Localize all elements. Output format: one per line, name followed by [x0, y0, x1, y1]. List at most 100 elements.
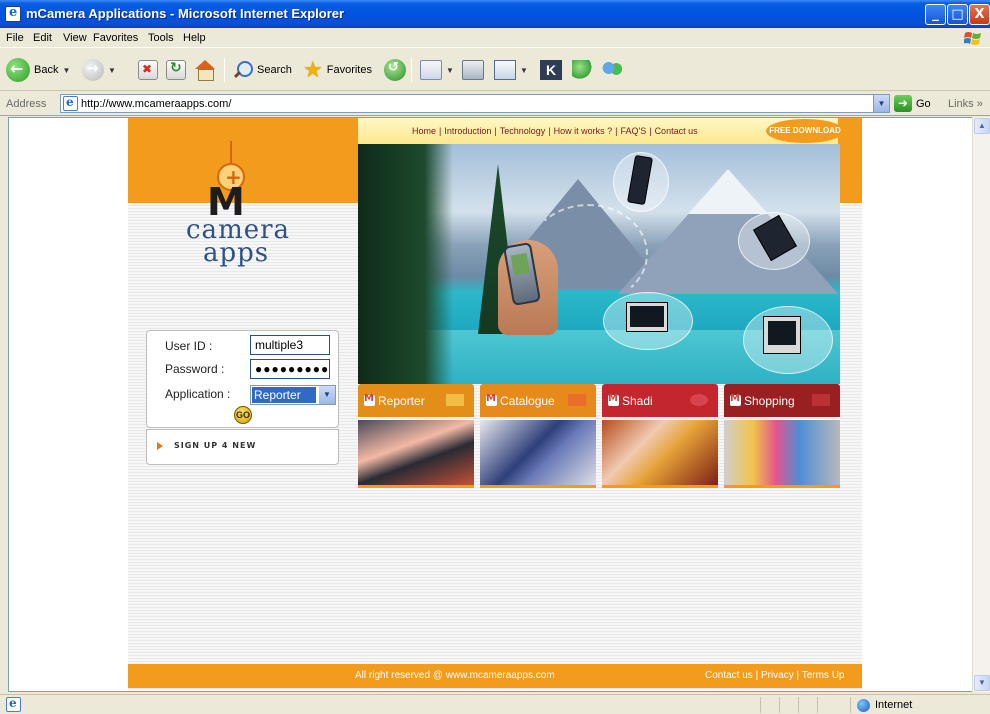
back-button[interactable]: Back ▼	[6, 56, 70, 84]
menu-tools[interactable]: Tools	[148, 32, 174, 44]
page: M camera apps Home | Introduction | Tech…	[128, 118, 862, 691]
browser-window: mCamera Applications - Microsoft Interne…	[0, 0, 990, 714]
stop-button[interactable]	[138, 56, 158, 84]
nav-separator: |	[439, 126, 442, 136]
user-id-label: User ID :	[165, 339, 213, 353]
nav-home[interactable]: Home	[412, 126, 436, 136]
toolbar: Back ▼ ▼ Search ★ Favorites	[0, 49, 990, 91]
login-form: User ID : Password : ●●●●●●●●● Applicati…	[146, 330, 339, 428]
vertical-scrollbar[interactable]: ▲ ▼	[972, 117, 990, 692]
tab-label: Reporter	[378, 394, 425, 408]
window-title: mCamera Applications - Microsoft Interne…	[26, 6, 345, 21]
hero-image	[358, 144, 840, 384]
signup-link[interactable]: SIGN UP 4 NEW	[146, 429, 339, 465]
links-label: Links	[948, 98, 974, 110]
forest	[358, 144, 453, 384]
menu-favorites[interactable]: Favorites	[93, 32, 138, 44]
snow-peak	[688, 169, 768, 214]
menu-bar: File Edit View Favorites Tools Help	[0, 28, 990, 48]
minimize-button[interactable]: _	[925, 4, 946, 25]
menu-edit[interactable]: Edit	[33, 32, 52, 44]
close-button[interactable]: X	[969, 4, 990, 25]
refresh-button[interactable]	[166, 56, 186, 84]
status-cell	[798, 697, 816, 713]
address-url: http://www.mcameraapps.com/	[81, 98, 232, 110]
reporter-thumbnail[interactable]	[358, 420, 474, 488]
nav-technology[interactable]: Technology	[500, 126, 546, 136]
k-button[interactable]: K	[540, 56, 562, 84]
chevron-down-icon[interactable]: ▼	[873, 95, 889, 112]
free-download-button[interactable]: FREE DOWNLOAD	[766, 119, 844, 143]
mcamera-icon	[486, 393, 497, 406]
address-bar: Address http://www.mcameraapps.com/ ▼ ➜ …	[0, 92, 990, 116]
history-icon	[384, 59, 406, 81]
back-label: Back	[34, 64, 59, 76]
people-icon	[602, 60, 624, 80]
mail-icon	[420, 60, 442, 80]
chevron-down-icon: ▼	[62, 65, 71, 75]
password-input[interactable]: ●●●●●●●●●	[250, 359, 330, 379]
page-footer: All right reserved @ www.mcameraapps.com…	[128, 664, 862, 688]
shopping-bag-icon	[812, 394, 830, 406]
page-icon	[63, 95, 78, 111]
home-button[interactable]	[194, 56, 216, 84]
forward-arrow-icon	[82, 59, 104, 81]
back-arrow-icon	[6, 58, 30, 82]
laptop-icon	[626, 302, 668, 332]
shadi-thumbnail[interactable]	[602, 420, 718, 488]
tab-reporter[interactable]: Reporter	[358, 384, 474, 417]
user-id-input[interactable]	[250, 335, 330, 355]
shopping-thumbnail[interactable]	[724, 420, 840, 488]
go-label: Go	[916, 97, 931, 110]
chevron-down-icon: ▼	[446, 65, 454, 75]
catalogue-thumbnail[interactable]	[480, 420, 596, 488]
address-input[interactable]: http://www.mcameraapps.com/ ▼	[60, 94, 890, 113]
edit-button[interactable]: ▼	[494, 56, 528, 84]
signup-label: SIGN UP 4 NEW	[174, 441, 257, 450]
catalogue-icon	[568, 394, 586, 406]
messenger-button[interactable]	[572, 56, 594, 84]
login-go-button[interactable]: GO	[234, 406, 252, 424]
nav-introduction[interactable]: Introduction	[444, 126, 491, 136]
chevron-down-icon: ▼	[520, 65, 528, 75]
nav-contact-us[interactable]: Contact us	[655, 126, 698, 136]
contacts-button[interactable]	[602, 56, 624, 84]
favorites-button[interactable]: ★ Favorites	[303, 56, 372, 84]
go-button[interactable]: ➜ Go	[894, 95, 931, 112]
nav-separator: |	[548, 126, 551, 136]
tab-shopping[interactable]: Shopping	[724, 384, 840, 417]
tab-shadi[interactable]: Shadi	[602, 384, 718, 417]
nav-separator: |	[649, 126, 652, 136]
menu-file[interactable]: File	[6, 32, 24, 44]
menu-help[interactable]: Help	[183, 32, 206, 44]
nav-how-it-works[interactable]: How it works ?	[554, 126, 613, 136]
toolbar-separator	[224, 58, 225, 82]
copyright-text: All right reserved @ www.mcameraapps.com	[355, 670, 555, 681]
application-select[interactable]: Reporter ▼	[250, 385, 336, 405]
favorites-label: Favorites	[326, 64, 372, 76]
logo-antenna	[230, 141, 232, 163]
status-cell	[760, 697, 778, 713]
maximize-button[interactable]: □	[947, 4, 968, 25]
logo-area: M camera apps	[128, 118, 358, 316]
links-button[interactable]: Links »	[948, 98, 983, 110]
messenger-icon	[572, 60, 594, 80]
print-button[interactable]	[462, 56, 484, 84]
refresh-icon	[166, 60, 186, 80]
scroll-up-icon[interactable]: ▲	[974, 118, 990, 134]
tab-catalogue[interactable]: Catalogue	[480, 384, 596, 417]
application-label: Application :	[165, 387, 231, 401]
home-icon	[194, 60, 216, 81]
footer-links[interactable]: Contact us | Privacy | Terms Up	[705, 670, 845, 681]
nav-separator: |	[615, 126, 618, 136]
search-button[interactable]: Search	[233, 56, 292, 84]
chevron-down-icon[interactable]: ▼	[319, 386, 335, 404]
mail-button[interactable]: ▼	[420, 56, 454, 84]
go-arrow-icon: ➜	[894, 95, 912, 112]
history-button[interactable]	[384, 56, 406, 84]
globe-icon	[857, 698, 870, 712]
scroll-down-icon[interactable]: ▼	[974, 675, 990, 691]
forward-button[interactable]: ▼	[82, 56, 116, 84]
nav-faqs[interactable]: FAQ'S	[620, 126, 646, 136]
menu-view[interactable]: View	[63, 32, 87, 44]
